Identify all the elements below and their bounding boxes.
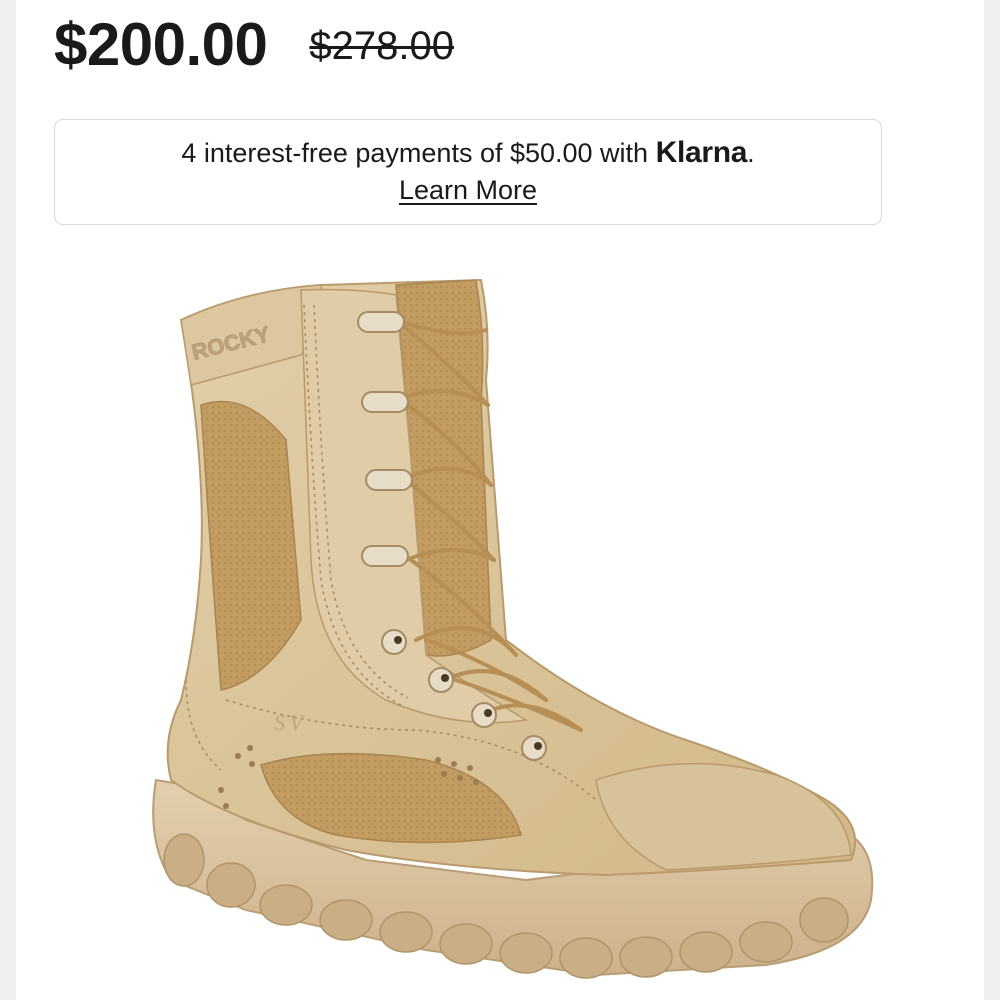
klarna-logo: Klarna bbox=[655, 136, 748, 169]
current-price: $200.00 bbox=[54, 10, 268, 78]
boot-upper bbox=[166, 278, 856, 877]
klarna-message-text: 4 interest-free payments of $50.00 with bbox=[181, 138, 656, 168]
klarna-payment-banner: 4 interest-free payments of $50.00 with … bbox=[54, 119, 882, 225]
product-page: $200.00 $278.00 4 interest-free payments… bbox=[16, 0, 984, 1000]
klarna-message-period: . bbox=[747, 138, 755, 168]
learn-more-link[interactable]: Learn More bbox=[399, 173, 537, 207]
klarna-message: 4 interest-free payments of $50.00 with … bbox=[55, 135, 881, 171]
product-image[interactable]: ROCKY S V bbox=[126, 260, 886, 1000]
price-row: $200.00 $278.00 bbox=[54, 4, 454, 84]
original-price: $278.00 bbox=[309, 23, 454, 68]
boot-illustration: ROCKY S V bbox=[152, 278, 874, 979]
boot-model-marking: S V bbox=[274, 710, 305, 735]
